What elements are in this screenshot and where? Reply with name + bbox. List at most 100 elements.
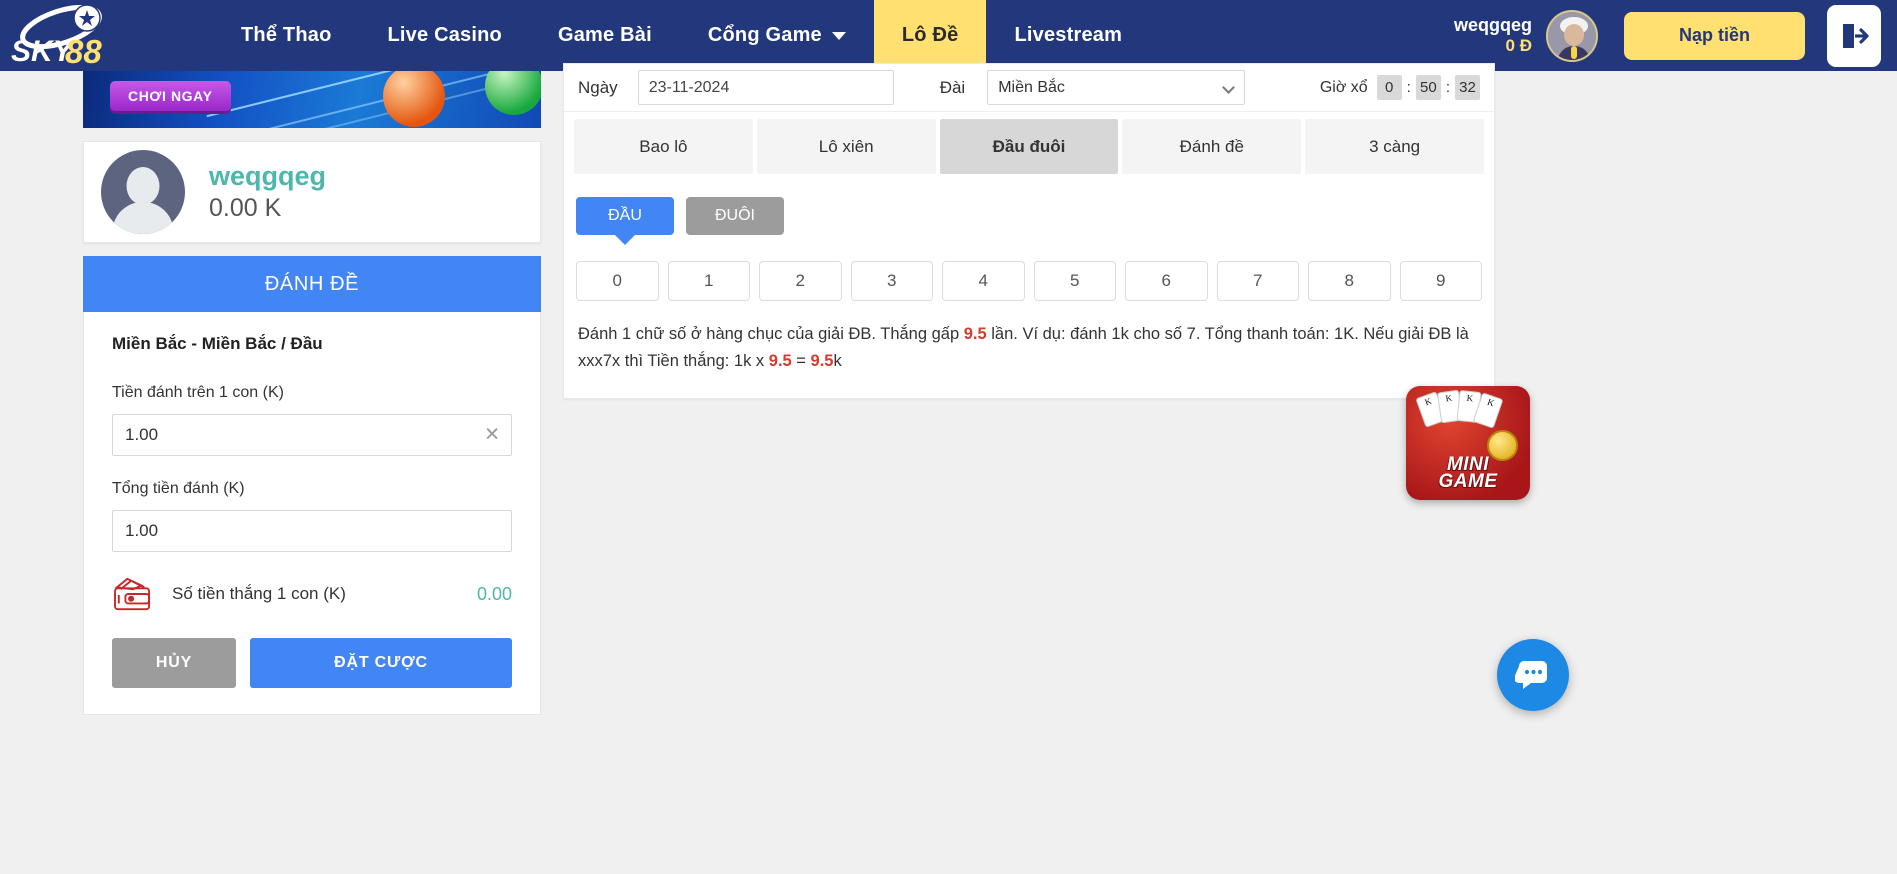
- desc-part-4: k: [833, 351, 842, 370]
- tab-lo-xien[interactable]: Lô xiên: [756, 119, 936, 174]
- number-button-4[interactable]: 4: [942, 261, 1025, 301]
- clear-icon[interactable]: ✕: [484, 426, 500, 445]
- draw-countdown: Giờ xổ 0 : 50 : 32: [1320, 75, 1480, 100]
- rule-description: Đánh 1 chữ số ở hàng chục của giải ĐB. T…: [564, 301, 1494, 398]
- desc-part-3: =: [791, 351, 811, 370]
- number-button-6[interactable]: 6: [1125, 261, 1208, 301]
- nav-item-lo-de[interactable]: Lô Đề: [873, 0, 987, 71]
- bet-panel-body: Miền Bắc - Miền Bắc / Đầu Tiền đánh trên…: [83, 312, 541, 715]
- station-select[interactable]: Miền Bắc: [987, 70, 1246, 105]
- left-column: CHƠI NGAY weqgqeg 0.00 K ĐÁNH ĐỀ Miền Bắ…: [83, 71, 541, 715]
- countdown-separator: :: [1406, 79, 1411, 96]
- tab-3-cang[interactable]: 3 càng: [1305, 119, 1484, 174]
- bet-panel-title: ĐÁNH ĐỀ: [83, 256, 541, 312]
- bet-actions: HỦY ĐẶT CƯỢC: [112, 638, 512, 688]
- number-button-2[interactable]: 2: [759, 261, 842, 301]
- user-name: weqgqeg: [1453, 15, 1532, 36]
- svg-text:88: 88: [65, 33, 102, 67]
- play-now-button[interactable]: CHƠI NGAY: [110, 81, 231, 111]
- promo-banner[interactable]: CHƠI NGAY: [83, 71, 541, 128]
- main-navigation: Thể Thao Live Casino Game Bài Cổng Game …: [213, 0, 1150, 71]
- top-header: SKY 88 Thể Thao Live Casino Game Bài Cổn…: [0, 0, 1897, 71]
- tab-label: Đánh đề: [1179, 136, 1244, 156]
- number-button-8[interactable]: 8: [1308, 261, 1391, 301]
- tab-dau-duoi[interactable]: Đầu đuôi: [939, 119, 1119, 174]
- head-tail-toggle: ĐẦU ĐUÔI: [564, 174, 1494, 235]
- nav-item-game-bai[interactable]: Game Bài: [530, 0, 680, 71]
- nav-item-cong-game[interactable]: Cổng Game: [680, 0, 874, 71]
- tab-label: 3 càng: [1369, 136, 1421, 156]
- logout-icon: [1843, 23, 1869, 48]
- profile-card: weqgqeg 0.00 K: [83, 141, 541, 243]
- profile-name: weqgqeg: [209, 160, 327, 191]
- countdown-label: Giờ xổ: [1319, 78, 1368, 96]
- logout-button[interactable]: [1827, 4, 1881, 67]
- date-input[interactable]: 23-11-2024: [637, 70, 894, 105]
- avatar[interactable]: [1546, 9, 1598, 62]
- station-label: Đài: [939, 77, 966, 97]
- nav-label: Cổng Game: [707, 24, 822, 46]
- toggle-label: ĐẦU: [608, 207, 642, 224]
- total-amount-input[interactable]: [112, 510, 512, 552]
- deposit-button[interactable]: Nạp tiền: [1624, 11, 1805, 60]
- tab-label: Lô xiên: [818, 136, 874, 156]
- countdown-minutes: 50: [1415, 75, 1441, 100]
- amount-per-number-label: Tiền đánh trên 1 con (K): [112, 384, 284, 401]
- minigame-widget[interactable]: K K K K MINI GAME: [1406, 386, 1530, 500]
- avatar-image: [1548, 11, 1596, 60]
- user-area: weqgqeg 0 Đ Nạp tiền: [1454, 0, 1897, 71]
- number-button-5[interactable]: 5: [1033, 261, 1116, 301]
- tab-bao-lo[interactable]: Bao lô: [574, 119, 753, 174]
- number-button-9[interactable]: 9: [1399, 261, 1482, 301]
- station-value: Miền Bắc: [998, 78, 1065, 96]
- nav-label: Thể Thao: [241, 24, 332, 46]
- tab-label: Đầu đuôi: [992, 136, 1066, 156]
- site-logo[interactable]: SKY 88: [0, 0, 125, 71]
- toggle-dau[interactable]: ĐẦU: [576, 197, 674, 235]
- total-amount-label: Tổng tiền đánh (K): [112, 480, 245, 497]
- wallet-icon: [114, 577, 151, 611]
- right-column: Ngày 23-11-2024 Đài Miền Bắc Giờ xổ 0 : …: [563, 63, 1495, 400]
- win-amount-label: Số tiền thắng 1 con (K): [172, 584, 346, 603]
- profile-meta: weqgqeg 0.00 K: [209, 160, 326, 225]
- number-button-0[interactable]: 0: [576, 261, 659, 301]
- cancel-button[interactable]: HỦY: [112, 638, 236, 688]
- toggle-label: ĐUÔI: [715, 207, 755, 224]
- date-label: Ngày: [578, 77, 618, 97]
- toggle-duoi[interactable]: ĐUÔI: [686, 197, 784, 235]
- sky88-logo-icon: SKY 88: [11, 4, 102, 67]
- tab-label: Bao lô: [639, 136, 688, 156]
- number-button-1[interactable]: 1: [667, 261, 750, 301]
- win-amount-value: 0.00: [476, 583, 512, 604]
- total-amount-field: [112, 510, 512, 552]
- profile-avatar-icon: [101, 150, 185, 234]
- amount-per-number-input[interactable]: [112, 414, 512, 456]
- chevron-down-icon: [1222, 81, 1236, 94]
- lottery-card: Ngày 23-11-2024 Đài Miền Bắc Giờ xổ 0 : …: [563, 63, 1495, 400]
- minigame-label: MINI GAME: [1406, 455, 1530, 492]
- user-balance: 0 Đ: [1505, 36, 1532, 56]
- nav-label: Livestream: [1014, 24, 1123, 46]
- win-amount-row: Số tiền thắng 1 con (K) 0.00: [112, 576, 512, 612]
- profile-balance: 0.00 K: [209, 194, 282, 223]
- minigame-line-2: GAME: [1438, 471, 1498, 492]
- ball-green: [485, 71, 541, 115]
- nav-label: Lô Đề: [901, 24, 959, 46]
- countdown-seconds: 32: [1455, 75, 1480, 100]
- number-button-3[interactable]: 3: [850, 261, 933, 301]
- bet-panel: ĐÁNH ĐỀ Miền Bắc - Miền Bắc / Đầu Tiền đ…: [83, 256, 541, 715]
- bet-type-tabs: Bao lô Lô xiên Đầu đuôi Đánh đề 3 càng: [564, 112, 1494, 174]
- amount-per-number-field: ✕: [112, 414, 512, 456]
- nav-item-the-thao[interactable]: Thể Thao: [213, 0, 360, 71]
- place-bet-button[interactable]: ĐẶT CƯỢC: [250, 638, 512, 688]
- nav-item-livestream[interactable]: Livestream: [986, 0, 1150, 71]
- desc-part-1: Đánh 1 chữ số ở hàng chục của giải ĐB. T…: [578, 325, 964, 343]
- countdown-separator: :: [1445, 79, 1450, 96]
- number-button-7[interactable]: 7: [1216, 261, 1299, 301]
- nav-label: Game Bài: [557, 24, 652, 46]
- user-info: weqgqeg 0 Đ: [1454, 15, 1532, 55]
- live-chat-button[interactable]: [1497, 639, 1569, 711]
- tab-danh-de[interactable]: Đánh đề: [1122, 119, 1302, 174]
- number-grid: 0 1 2 3 4 5 6 7 8 9: [564, 235, 1494, 301]
- nav-item-live-casino[interactable]: Live Casino: [360, 0, 530, 71]
